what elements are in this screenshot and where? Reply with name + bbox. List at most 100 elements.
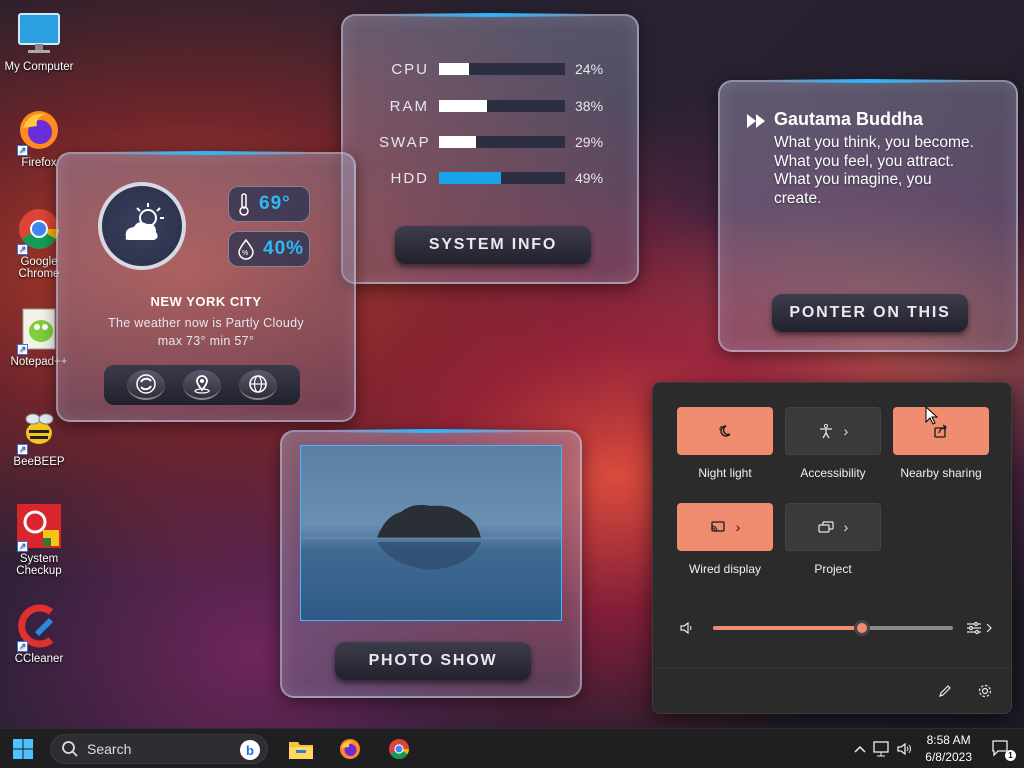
wired-display-label: Wired display [688,562,762,576]
location-pin-icon [194,375,210,394]
volume-icon [897,742,911,756]
desktop-icon-my-computer[interactable]: My Computer [0,10,78,73]
cast-icon [711,521,725,532]
cpu-bar-fill [439,63,470,75]
humidity-chip: % 40% [228,231,310,267]
quote-widget[interactable]: Gautama Buddha What you think, you becom… [718,79,1018,352]
taskbar-search-box[interactable]: Search b [50,734,268,764]
chevron-right-icon: › [843,519,849,535]
ram-percent: 38% [575,98,604,114]
svg-text:%: % [242,250,248,257]
weather-condition: Partly Cloudy [225,316,304,330]
taskbar-file-explorer[interactable] [287,735,315,763]
hdd-bar [439,172,565,184]
partly-cloudy-icon [125,203,164,240]
quick-settings-panel: Night light › Accessibility Nearby shari… [652,382,1012,714]
globe-icon [249,375,267,393]
notification-center-button[interactable]: 1 [988,735,1016,763]
accessibility-label: Accessibility [800,466,866,480]
hdd-percent: 49% [575,170,604,186]
hdd-label: HDD [390,169,429,187]
chevron-up-icon [854,745,866,753]
system-checkup-icon: ↗ [15,502,63,552]
search-icon [62,741,78,757]
ccleaner-icon: ↗ [15,602,63,652]
swap-row: SWAP 29% [379,134,609,151]
start-button[interactable] [9,735,37,763]
chrome-icon [389,739,409,759]
taskbar-chrome[interactable] [385,735,413,763]
audio-output-icon[interactable] [965,620,995,636]
system-info-widget[interactable]: CPU 24% RAM 38% SWAP 29% HDD 49% SYSTEM … [341,13,639,284]
weather-range: max 73° min 57° [157,334,255,348]
speaker-icon[interactable] [679,620,695,636]
system-info-button[interactable]: SYSTEM INFO [395,226,591,264]
project-toggle[interactable]: › [785,503,881,551]
clock-date: 6/8/2023 [925,750,972,764]
temperature-value: 69° [259,193,291,214]
nearby-sharing-toggle[interactable] [893,407,989,455]
swap-percent: 29% [575,134,604,150]
weather-widget[interactable]: 69° % 40% NEW YORK CITY The weather now … [56,151,356,422]
weather-condition-prefix: The weather now is [108,316,226,330]
clock[interactable]: 8:58 AM 6/8/2023 [925,732,972,766]
cpu-label: CPU [391,60,429,78]
thermometer-icon [239,193,249,216]
wired-display-toggle[interactable]: › [677,503,773,551]
project-icon [818,521,834,533]
divider [653,667,1011,668]
location-button[interactable] [183,370,221,400]
firefox-icon: ↗ [15,106,63,156]
hdd-row: HDD 49% [379,169,609,187]
cpu-percent: 24% [575,61,604,77]
volume-slider-thumb[interactable] [853,620,870,636]
volume-slider[interactable] [713,620,953,636]
settings-gear-icon[interactable] [977,683,993,699]
network-icon [873,741,889,757]
temperature-chip: 69° [228,186,310,222]
ram-row: RAM 38% [379,97,609,115]
monitor-icon [15,10,63,58]
ponter-on-this-button[interactable]: PONTER ON THIS [772,294,968,332]
taskbar: Search b 8:58 AM 6/8/2023 1 [0,728,1024,768]
chevron-right-icon: › [735,519,741,535]
chevron-right-icon: › [843,423,849,439]
weather-toolbar [104,365,300,405]
refresh-button[interactable] [127,370,165,400]
quote-author: Gautama Buddha [774,109,924,129]
svg-text:b: b [246,743,254,758]
globe-button[interactable] [239,370,277,400]
photo-widget[interactable]: PHOTO SHOW [280,429,582,698]
ram-label: RAM [389,97,429,115]
search-placeholder: Search [87,741,132,757]
ram-bar-fill [439,100,487,112]
folder-icon [289,742,313,759]
photo-show-button[interactable]: PHOTO SHOW [335,642,531,680]
clock-time: 8:58 AM [926,733,971,747]
mouse-cursor-icon [925,406,939,425]
windows-logo-icon [13,739,33,759]
weather-condition-line: The weather now is Partly Cloudy [58,316,354,330]
taskbar-firefox[interactable] [336,735,364,763]
humidity-drop-icon: % [238,238,254,260]
desktop-icon-label: BeeBEEP [13,456,65,468]
volume-button[interactable] [891,735,919,763]
accessibility-toggle[interactable]: › [785,407,881,455]
edit-pencil-icon[interactable] [937,683,953,699]
desktop-icon-label: My Computer [4,61,74,73]
fast-forward-icon [747,114,765,128]
nearby-sharing-label: Nearby sharing [900,466,982,480]
desktop-icon-system-checkup[interactable]: ↗ System Checkup [0,502,78,577]
bing-icon: b [240,740,260,760]
night-light-toggle[interactable] [677,407,773,455]
island-photo [301,504,561,570]
notification-badge: 1 [1005,750,1016,761]
swap-bar-fill [439,136,476,148]
desktop-icon-ccleaner[interactable]: ↗ CCleaner [0,602,78,665]
night-light-label: Night light [698,466,752,480]
desktop-icon-label: System Checkup [16,553,62,577]
firefox-icon [340,739,360,759]
cpu-row: CPU 24% [379,60,609,78]
photo-frame[interactable] [300,445,562,621]
night-light-icon [719,425,731,437]
